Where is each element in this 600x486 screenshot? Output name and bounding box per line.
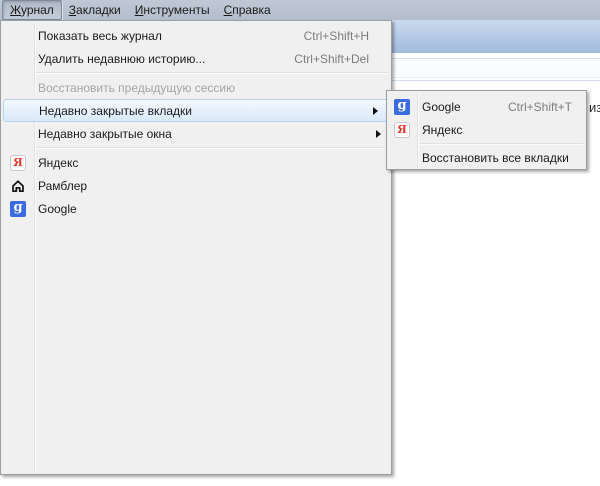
submenu-item-google[interactable]: g Google Ctrl+Shift+T xyxy=(387,95,586,118)
page-text-fragment: из xyxy=(589,100,600,115)
menu-item-recently-closed-windows[interactable]: Недавно закрытые окна xyxy=(1,122,391,145)
menu-item-shortcut: Ctrl+Shift+H xyxy=(286,29,369,43)
menu-item-show-all-history[interactable]: Показать весь журнал Ctrl+Shift+H xyxy=(1,24,391,47)
accel-underline: С xyxy=(224,3,233,17)
menu-item-history-yandex[interactable]: Я Яндекс xyxy=(1,151,391,174)
menubar-item-bookmarks[interactable]: Закладки xyxy=(62,0,128,20)
menubar-item-label: Закладки xyxy=(69,3,121,17)
menu-item-restore-previous-session: Восстановить предыдущую сессию xyxy=(1,76,391,99)
google-favicon-icon: g xyxy=(10,201,26,217)
menu-item-label: Недавно закрытые окна xyxy=(38,127,172,141)
menu-item-history-google[interactable]: g Google xyxy=(1,197,391,220)
menu-separator xyxy=(36,72,388,74)
menu-item-label: Показать весь журнал xyxy=(38,29,162,43)
menu-item-clear-recent-history[interactable]: Удалить недавнюю историю... Ctrl+Shift+D… xyxy=(1,47,391,70)
menu-item-label: Яндекс xyxy=(422,123,462,137)
menu-separator xyxy=(420,143,583,145)
menubar-item-label: Справка xyxy=(224,3,271,17)
submenu-item-yandex[interactable]: Я Яндекс xyxy=(387,118,586,141)
menu-item-label: Google xyxy=(38,202,77,216)
submenu-item-restore-all-tabs[interactable]: Восстановить все вкладки xyxy=(387,147,586,169)
menu-item-recently-closed-tabs[interactable]: Недавно закрытые вкладки xyxy=(3,99,389,122)
home-favicon-icon xyxy=(10,178,26,194)
menu-item-label: Удалить недавнюю историю... xyxy=(38,52,205,66)
menu-item-label: Рамблер xyxy=(38,179,87,193)
menu-item-label: Яндекс xyxy=(38,156,78,170)
submenu-arrow-icon xyxy=(376,130,381,138)
menu-bar: Журнал Закладки Инструменты Справка xyxy=(0,0,600,20)
menu-item-label: Google xyxy=(422,100,461,114)
yandex-favicon-icon: Я xyxy=(394,122,410,138)
menubar-item-tools[interactable]: Инструменты xyxy=(128,0,217,20)
history-menu-dropdown: Показать весь журнал Ctrl+Shift+H Удалит… xyxy=(0,20,392,475)
menu-separator xyxy=(36,147,388,149)
menu-item-label: Восстановить все вкладки xyxy=(422,151,569,165)
menubar-item-journal[interactable]: Журнал xyxy=(2,0,62,20)
submenu-arrow-icon xyxy=(373,107,378,115)
menu-item-history-rambler[interactable]: Рамблер xyxy=(1,174,391,197)
menu-item-label: Недавно закрытые вкладки xyxy=(39,104,192,118)
yandex-favicon-icon: Я xyxy=(10,155,26,171)
menubar-item-help[interactable]: Справка xyxy=(217,0,278,20)
accel-underline: З xyxy=(69,3,76,17)
google-favicon-icon: g xyxy=(394,99,410,115)
menu-item-shortcut: Ctrl+Shift+Del xyxy=(276,52,369,66)
browser-window: из Журнал Закладки Инструменты Справка П… xyxy=(0,0,600,486)
menubar-item-label: Журнал xyxy=(10,3,54,17)
recently-closed-tabs-submenu: g Google Ctrl+Shift+T Я Яндекс Восстанов… xyxy=(386,90,587,170)
menu-item-label: Восстановить предыдущую сессию xyxy=(38,81,235,95)
accel-underline: Ж xyxy=(10,3,21,17)
menu-item-shortcut: Ctrl+Shift+T xyxy=(490,100,572,114)
menubar-item-label: Инструменты xyxy=(135,3,210,17)
